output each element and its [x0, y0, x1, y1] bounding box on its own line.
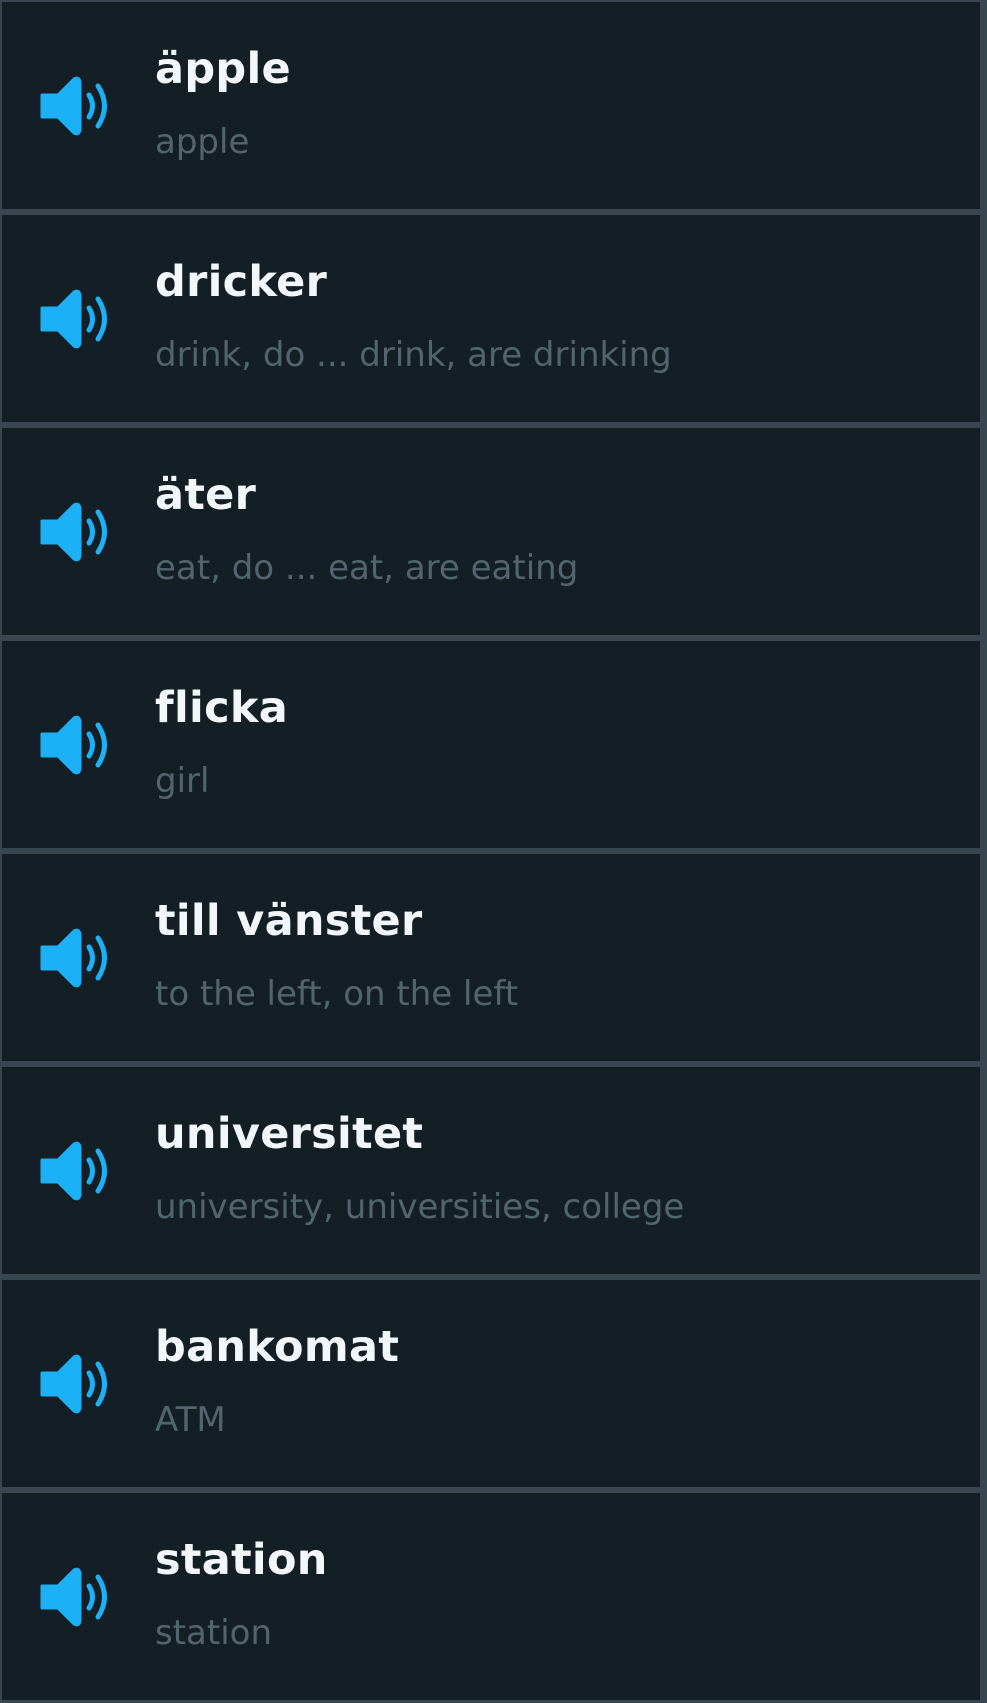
word-row[interactable]: bankomat ATM — [2, 1280, 980, 1487]
word-translation: university, universities, college — [155, 1187, 685, 1227]
word-term: station — [155, 1535, 328, 1585]
speaker-icon[interactable] — [40, 502, 114, 562]
speaker-icon[interactable] — [40, 76, 114, 136]
word-row[interactable]: flicka girl — [2, 641, 980, 848]
speaker-icon[interactable] — [40, 715, 114, 775]
speaker-icon[interactable] — [40, 1354, 114, 1414]
word-term: äter — [155, 470, 257, 520]
word-row[interactable]: universitet university, universities, co… — [2, 1067, 980, 1274]
word-row[interactable]: äpple apple — [2, 2, 980, 209]
word-row[interactable]: äter eat, do ... eat, are eating — [2, 428, 980, 635]
word-term: flicka — [155, 683, 289, 733]
speaker-icon[interactable] — [40, 1567, 114, 1627]
speaker-icon[interactable] — [40, 289, 114, 349]
word-translation: apple — [155, 122, 250, 162]
word-translation: station — [155, 1613, 273, 1653]
word-translation: to the left, on the left — [155, 974, 519, 1014]
word-translation: ATM — [155, 1400, 226, 1440]
word-row[interactable]: station station — [2, 1493, 980, 1700]
speaker-icon[interactable] — [40, 928, 114, 988]
word-term: dricker — [155, 257, 328, 307]
word-term: universitet — [155, 1109, 424, 1159]
word-translation: drink, do ... drink, are drinking — [155, 335, 672, 375]
word-row[interactable]: till vänster to the left, on the left — [2, 854, 980, 1061]
word-term: bankomat — [155, 1322, 400, 1372]
word-translation: girl — [155, 761, 210, 801]
word-list: äpple apple dricker drink, do ... drink,… — [0, 0, 987, 1703]
word-term: till vänster — [155, 896, 423, 946]
word-row[interactable]: dricker drink, do ... drink, are drinkin… — [2, 215, 980, 422]
word-term: äpple — [155, 44, 291, 94]
word-translation: eat, do ... eat, are eating — [155, 548, 579, 588]
speaker-icon[interactable] — [40, 1141, 114, 1201]
